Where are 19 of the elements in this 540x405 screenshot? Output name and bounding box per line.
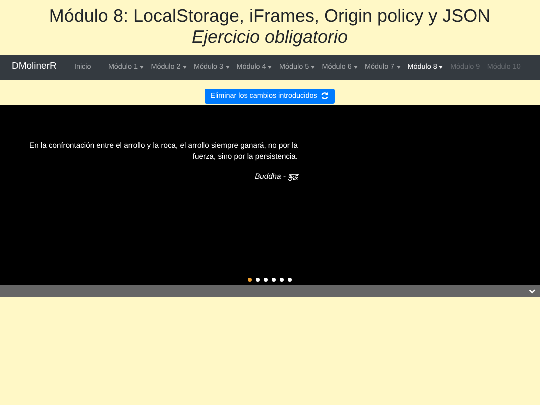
caret-icon [140, 66, 144, 69]
carousel-indicator[interactable] [280, 278, 284, 282]
page-title: Módulo 8: LocalStorage, iFrames, Origin policy y JSON [48, 6, 492, 27]
caret-icon [268, 66, 272, 69]
carousel-indicator[interactable] [288, 278, 292, 282]
caret-icon [439, 66, 444, 69]
caret-icon [311, 66, 316, 69]
carousel-indicator[interactable] [256, 278, 260, 282]
caret-icon [182, 66, 187, 69]
carousel-indicator[interactable] [264, 278, 268, 282]
chevron-down-icon[interactable] [529, 288, 536, 294]
caret-icon [354, 66, 358, 69]
carousel-indicator[interactable] [248, 278, 252, 282]
caret-icon [396, 66, 401, 69]
brand-link[interactable]: DMolinerR [12, 60, 57, 75]
caret-icon [226, 66, 230, 69]
refresh-icon [321, 92, 330, 100]
page-subtitle: Ejercicio obligatorio [190, 26, 350, 48]
carousel-indicator[interactable] [272, 278, 276, 282]
